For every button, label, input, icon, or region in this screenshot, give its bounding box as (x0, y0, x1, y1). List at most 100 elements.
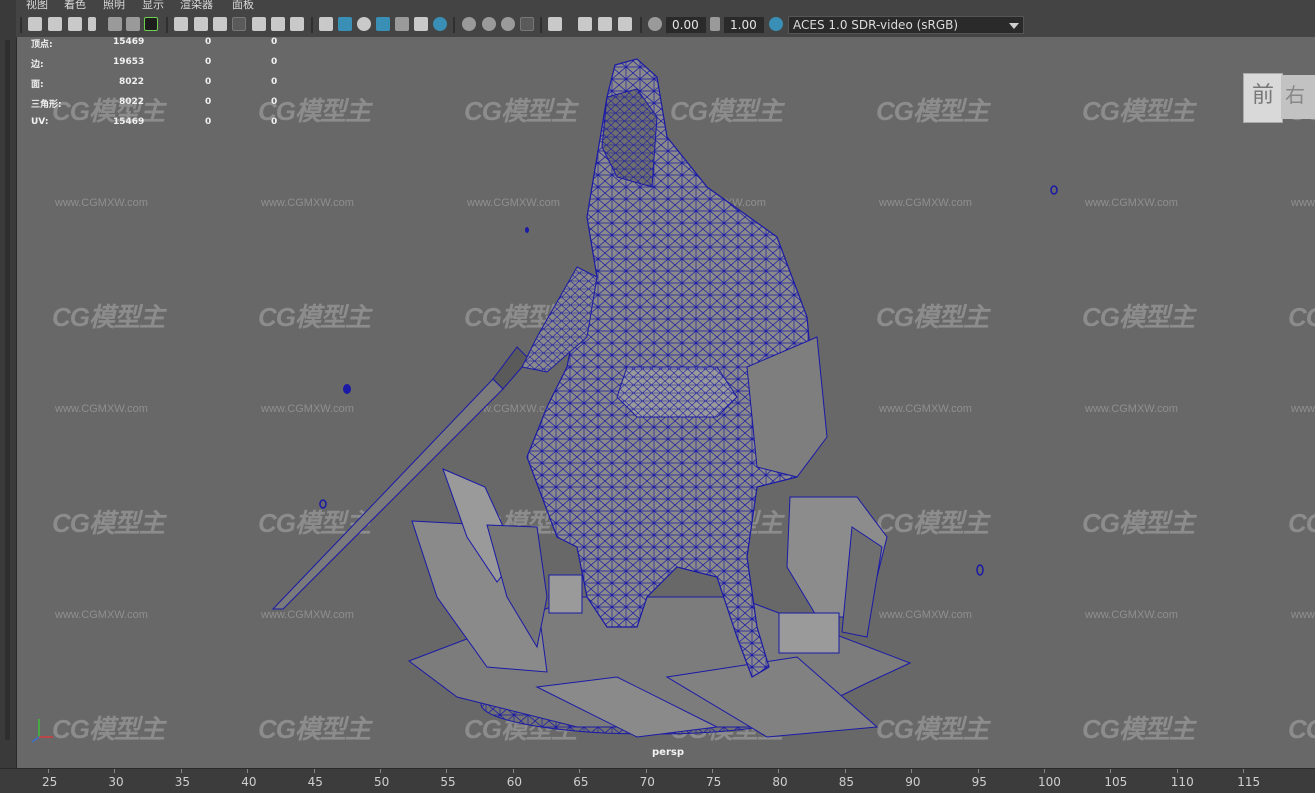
time-slider-tick-label: 40 (241, 775, 257, 789)
resolution-gate-icon[interactable] (213, 17, 227, 31)
hud-value: 15469 (113, 37, 145, 47)
wireframe-model (31, 58, 1058, 743)
view-cube-front[interactable]: 前 (1243, 73, 1283, 123)
smooth-shade-icon[interactable] (338, 17, 352, 31)
time-slider-tick-label: 25 (42, 775, 58, 789)
time-slider-tick (512, 769, 514, 773)
bookmark-icon[interactable] (88, 17, 96, 31)
xray-components-icon[interactable] (618, 17, 632, 31)
time-slider-tick-label: 50 (374, 775, 390, 789)
camera-bookmark-icon[interactable] (68, 17, 82, 31)
time-slider-tick-label: 30 (108, 775, 124, 789)
xray-joints-icon[interactable] (598, 17, 612, 31)
time-slider-tick (911, 769, 913, 773)
hud-label: 顶点: (31, 40, 53, 50)
hud-value: 0 (271, 57, 278, 67)
view-cube[interactable]: 前 右 (1243, 73, 1315, 123)
safe-title-icon[interactable] (290, 17, 304, 31)
motion-blur-icon[interactable] (482, 17, 496, 31)
view-cube-right[interactable]: 右 (1281, 75, 1315, 119)
time-slider-tick-label: 35 (174, 775, 191, 789)
wireframe-on-shaded-icon[interactable] (376, 17, 390, 31)
time-slider-tick-label: 45 (307, 775, 323, 789)
shadows-icon[interactable] (433, 17, 447, 31)
ambient-occlusion-icon[interactable] (462, 17, 476, 31)
time-slider-tick (712, 769, 713, 773)
2d-pan-zoom-icon[interactable] (126, 17, 140, 31)
hud-label: 三角形: (31, 100, 62, 110)
xray-icon[interactable] (578, 17, 592, 31)
wireframe-icon[interactable] (319, 17, 333, 31)
hud-value: 0 (271, 77, 278, 87)
hud-row-triangles: 三角形: 8022 0 0 (31, 97, 311, 117)
image-plane-icon[interactable] (108, 17, 122, 31)
time-slider-tick (778, 769, 780, 773)
camera-attributes-icon[interactable] (48, 17, 62, 31)
color-space-label: ACES 1.0 SDR-video (sRGB) (793, 18, 959, 32)
time-slider-tick-label: 55 (440, 775, 456, 789)
time-slider-tick (977, 769, 979, 773)
gate-mask-icon[interactable] (232, 17, 246, 31)
time-slider-tick (446, 769, 448, 773)
camera-icon[interactable] (28, 17, 42, 31)
time-slider-tick-label: 70 (639, 775, 655, 789)
hud-row-uvs: UV: 15469 0 0 (31, 117, 311, 137)
exposure-icon[interactable] (648, 17, 662, 31)
time-slider-tick (1176, 769, 1178, 773)
time-slider-tick (645, 769, 647, 773)
time-slider-tick-label: 85 (838, 775, 855, 789)
separator (540, 17, 542, 33)
time-slider-tick (1243, 769, 1245, 773)
texture-icon[interactable] (395, 17, 409, 31)
menu-shading[interactable]: 着色 (64, 0, 86, 10)
time-slider-tick (844, 769, 846, 773)
gamma-field[interactable]: 1.00 (724, 17, 764, 33)
menu-view[interactable]: 视图 (26, 0, 48, 10)
hud-label: UV: (31, 117, 49, 127)
color-management-icon[interactable] (769, 17, 783, 31)
grid-icon[interactable] (174, 17, 188, 31)
time-slider-tick-label: 60 (506, 775, 523, 789)
default-material-icon[interactable] (357, 17, 371, 31)
time-slider-tick-label: 65 (573, 775, 589, 789)
menu-show[interactable]: 显示 (142, 0, 164, 10)
safe-action-icon[interactable] (271, 17, 285, 31)
time-slider-tick (1044, 769, 1045, 773)
menu-panels[interactable]: 面板 (232, 0, 254, 10)
strip-grip[interactable] (5, 40, 10, 740)
time-slider-tick-label: 110 (1170, 775, 1194, 789)
time-slider[interactable]: 25 30 35 40 45 50 55 60 65 70 75 80 85 90 95 100 105 110 1… (0, 768, 1315, 793)
menu-renderer[interactable]: 渲染器 (180, 0, 213, 10)
time-slider-tick-label: 80 (772, 775, 788, 789)
exposure-field[interactable]: 0.00 (666, 17, 706, 33)
depth-of-field-icon[interactable] (520, 17, 534, 31)
axis-gizmo-icon (31, 719, 53, 743)
hud-value: 0 (271, 37, 278, 47)
hud-value: 0 (205, 117, 212, 127)
color-space-dropdown[interactable]: ACES 1.0 SDR-video (sRGB) (788, 16, 1024, 34)
isolate-select-icon[interactable] (548, 17, 562, 31)
gamma-icon[interactable] (710, 17, 720, 31)
hud-value: 8022 (119, 77, 145, 87)
field-chart-icon[interactable] (252, 17, 266, 31)
hud-row-edges: 边: 19653 0 0 (31, 57, 311, 77)
hud-value: 0 (205, 77, 212, 87)
time-slider-tick (48, 769, 49, 773)
hud-value: 0 (205, 57, 212, 67)
panel-toolbar: 0.00 1.00 ACES 1.0 SDR-video (sRGB) (16, 13, 1315, 38)
left-toolbox-strip (0, 0, 17, 768)
hud-label: 面: (31, 80, 44, 90)
hud-value: 15469 (113, 117, 145, 127)
time-slider-tick (1110, 769, 1112, 773)
separator (453, 17, 455, 33)
panel-menu-bar: 视图 着色 照明 显示 渲染器 面板 (16, 0, 1315, 13)
hud-row-vertices: 顶点: 15469 0 0 (31, 37, 311, 57)
film-gate-icon[interactable] (194, 17, 208, 31)
time-slider-tick-label: 100 (1038, 775, 1061, 789)
lights-icon[interactable] (414, 17, 428, 31)
grease-pencil-icon[interactable] (144, 17, 158, 31)
perspective-viewport[interactable]: CG模型主 www.CGMXW.com CG模型主 www.CGMXW.com CG模型… (17, 37, 1315, 768)
menu-lighting[interactable]: 照明 (103, 0, 125, 10)
antialias-icon[interactable] (501, 17, 515, 31)
time-slider-tick (114, 769, 116, 773)
